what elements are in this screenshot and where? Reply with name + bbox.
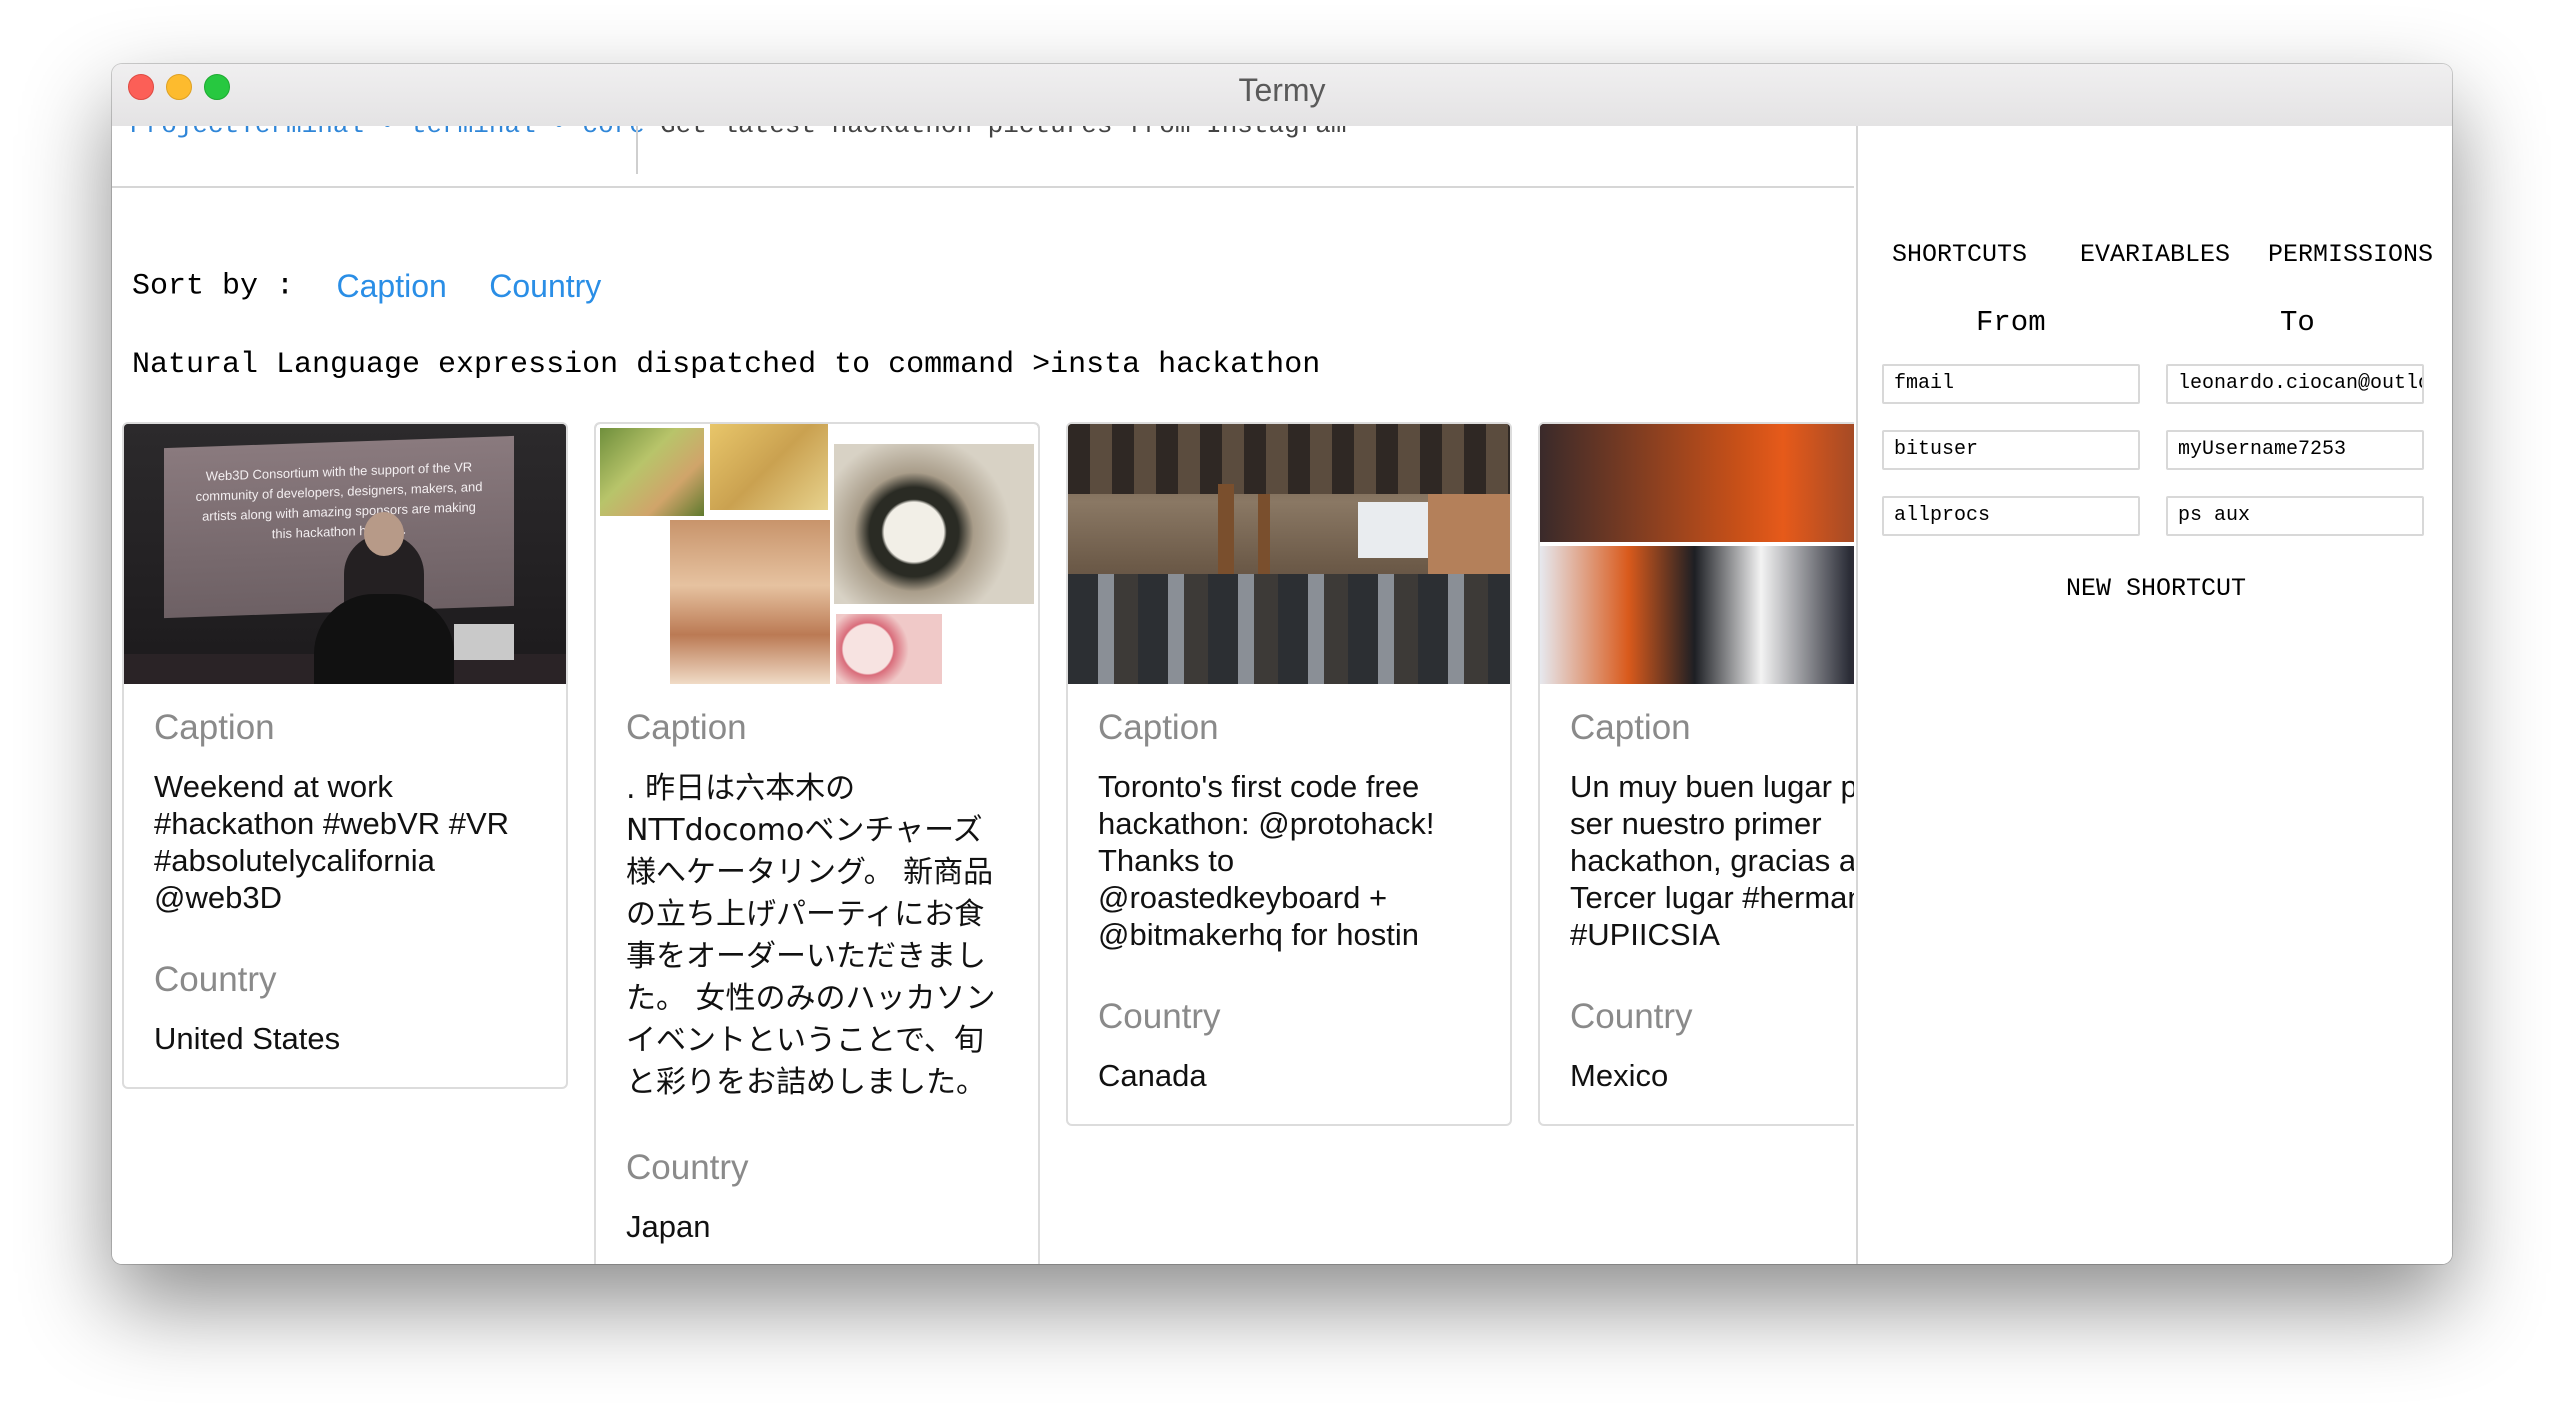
tab-evariables[interactable]: EVARIABLES bbox=[2080, 240, 2230, 269]
card-photo bbox=[1068, 424, 1510, 684]
result-card[interactable]: Caption Toronto's first code free hackat… bbox=[1066, 422, 1512, 1126]
caption-label: Caption bbox=[154, 708, 275, 747]
new-shortcut-button[interactable]: NEW SHORTCUT bbox=[1858, 574, 2452, 603]
shortcut-from-input[interactable]: bituser bbox=[1882, 430, 2140, 470]
breadcrumb-divider bbox=[636, 126, 638, 174]
to-column-header: To bbox=[2280, 306, 2315, 339]
result-card[interactable]: Caption . 昨日は六本木の NTTdocomoベンチャーズ 様へケータリ… bbox=[594, 422, 1040, 1264]
shortcut-to-input[interactable]: leonardo.ciocan@outlook bbox=[2166, 364, 2424, 404]
command-bar: ProjectTerminal • terminal • core Get la… bbox=[112, 126, 1854, 188]
sort-bar: Sort by : Caption Country bbox=[132, 268, 601, 318]
from-column-header: From bbox=[1976, 306, 2046, 339]
country-text: Canada bbox=[1098, 1058, 1207, 1093]
sort-by-country-link[interactable]: Country bbox=[489, 268, 601, 304]
result-card[interactable]: Caption Un muy buen lugar pa ser nuestro… bbox=[1538, 422, 1854, 1126]
shortcut-from-input[interactable]: fmail bbox=[1882, 364, 2140, 404]
shortcut-to-input[interactable]: myUsername7253 bbox=[2166, 430, 2424, 470]
country-text: United States bbox=[154, 1021, 341, 1056]
command-text[interactable]: Get latest hackathon pictures from Insta… bbox=[660, 126, 1347, 140]
tab-shortcuts[interactable]: SHORTCUTS bbox=[1892, 240, 2027, 269]
results-list: Web3D Consortium with the support of the… bbox=[122, 422, 1854, 1264]
projected-slide-text: Web3D Consortium with the support of the… bbox=[195, 459, 483, 542]
country-text: Mexico bbox=[1570, 1058, 1669, 1093]
caption-text: Toronto's first code free hackathon: @pr… bbox=[1098, 769, 1435, 952]
card-photo: Web3D Consortium with the support of the… bbox=[124, 424, 566, 684]
caption-text: Weekend at work #hackathon #webVR #VR #a… bbox=[154, 769, 510, 915]
result-card[interactable]: Web3D Consortium with the support of the… bbox=[122, 422, 568, 1089]
main-panel: ProjectTerminal • terminal • core Get la… bbox=[112, 126, 1854, 1264]
tab-permissions[interactable]: PERMISSIONS bbox=[2268, 240, 2433, 269]
shortcut-to-input[interactable]: ps aux bbox=[2166, 496, 2424, 536]
sort-by-caption-link[interactable]: Caption bbox=[336, 268, 446, 304]
country-label: Country bbox=[626, 1148, 749, 1187]
card-photo bbox=[596, 424, 1038, 684]
title-bar: Termy bbox=[112, 64, 2452, 126]
country-label: Country bbox=[1570, 997, 1693, 1036]
country-label: Country bbox=[154, 960, 277, 999]
caption-label: Caption bbox=[1098, 708, 1219, 747]
dispatch-message: Natural Language expression dispatched t… bbox=[132, 348, 1321, 382]
sort-label: Sort by : bbox=[132, 269, 295, 304]
window-content: ProjectTerminal • terminal • core Get la… bbox=[112, 126, 2452, 1264]
caption-label: Caption bbox=[1570, 708, 1691, 747]
country-label: Country bbox=[1098, 997, 1221, 1036]
window-title: Termy bbox=[1238, 72, 1326, 108]
card-photo bbox=[1540, 424, 1854, 684]
breadcrumb[interactable]: ProjectTerminal • terminal • core bbox=[130, 126, 645, 140]
caption-text: Un muy buen lugar pa ser nuestro primer … bbox=[1570, 769, 1854, 952]
settings-sidebar: SHORTCUTS EVARIABLES PERMISSIONS From To… bbox=[1856, 126, 2452, 1264]
country-text: Japan bbox=[626, 1209, 711, 1244]
caption-label: Caption bbox=[626, 708, 747, 747]
app-window: Termy ProjectTerminal • terminal • core … bbox=[112, 64, 2452, 1264]
shortcut-from-input[interactable]: allprocs bbox=[1882, 496, 2140, 536]
caption-text: . 昨日は六本木の NTTdocomoベンチャーズ 様へケータリング。 新商品 … bbox=[626, 771, 996, 1100]
